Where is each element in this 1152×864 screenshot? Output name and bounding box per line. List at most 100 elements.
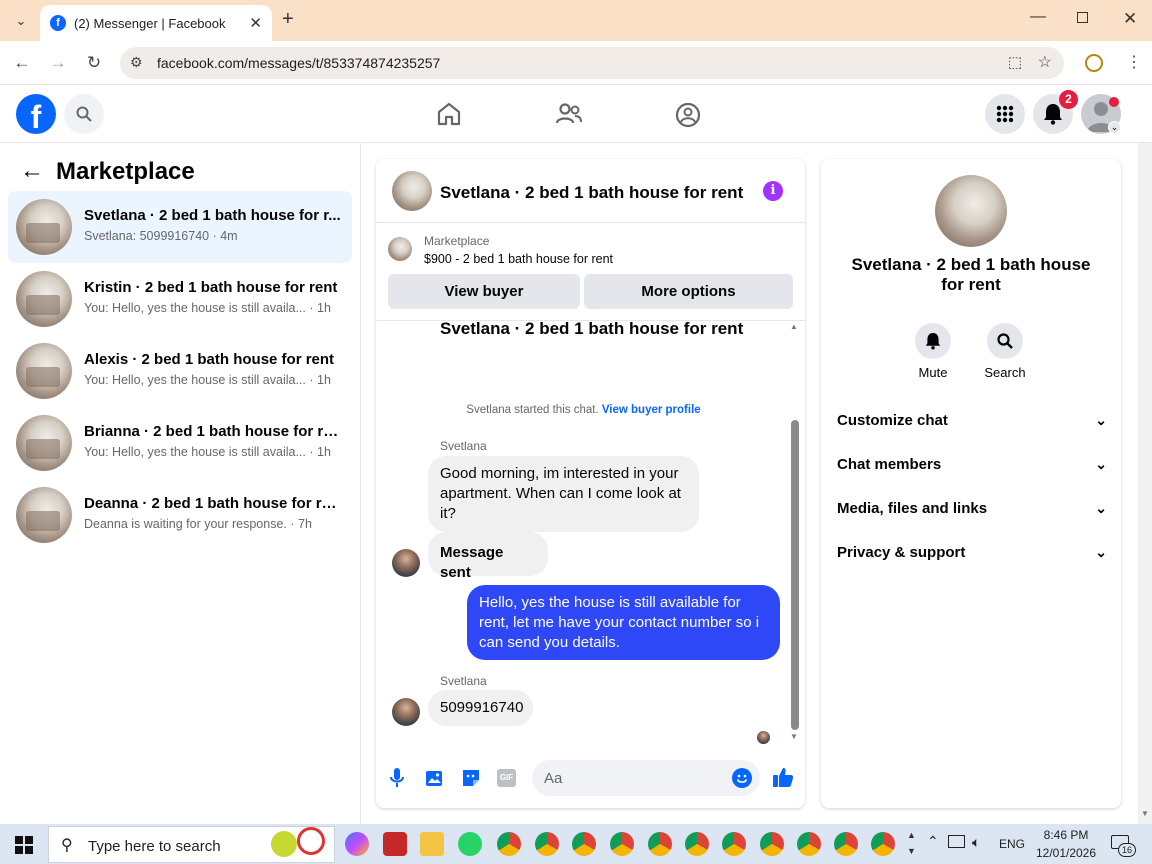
conversation-title: Svetlana · 2 bed 1 bath house for r... xyxy=(84,207,341,224)
conversation-preview: Svetlana: 5099916740 · 4m xyxy=(84,229,238,243)
chrome-icon[interactable] xyxy=(497,832,521,856)
back-arrow-icon[interactable]: ← xyxy=(7,48,37,78)
search-highlight-racket-icon xyxy=(297,827,325,855)
restore-icon[interactable] xyxy=(1077,12,1088,23)
chrome-icon[interactable] xyxy=(685,832,709,856)
message-input[interactable]: Aa xyxy=(532,760,760,796)
chrome-icon[interactable] xyxy=(648,832,672,856)
search-label[interactable]: Search xyxy=(975,365,1035,380)
scrollbar-thumb[interactable] xyxy=(791,420,799,730)
chrome-icon[interactable] xyxy=(834,832,858,856)
conversation-item[interactable]: Brianna · 2 bed 1 bath house for rent Yo… xyxy=(8,407,352,479)
chrome-icon[interactable] xyxy=(610,832,634,856)
taskbar-search-placeholder: Type here to search xyxy=(88,838,221,855)
chrome-icon[interactable] xyxy=(871,832,895,856)
reload-icon[interactable]: ↻ xyxy=(79,48,109,78)
facebook-logo[interactable]: f xyxy=(16,94,56,134)
info-icon[interactable]: i xyxy=(763,181,783,201)
tab-search-chevron-icon[interactable]: ⌄ xyxy=(10,10,32,32)
file-explorer-icon[interactable] xyxy=(420,832,444,856)
conversation-item[interactable]: Alexis · 2 bed 1 bath house for rent You… xyxy=(8,335,352,407)
kebab-menu-icon[interactable]: ⋮ xyxy=(1126,52,1142,72)
listing-title: $900 - 2 bed 1 bath house for rent xyxy=(424,252,614,266)
chevron-down-icon: ⌄ xyxy=(1095,543,1107,560)
scroll-up-arrow-icon[interactable]: ▲ xyxy=(790,322,798,331)
minimize-icon[interactable]: — xyxy=(1030,8,1046,26)
scroll-down-arrow-icon[interactable]: ▼ xyxy=(790,732,798,741)
volume-icon[interactable]: 🔈︎ xyxy=(972,834,980,851)
media-files-links-section[interactable]: Media, files and links ⌄ xyxy=(837,486,1107,530)
close-tab-icon[interactable]: ✕ xyxy=(249,14,262,32)
home-icon[interactable] xyxy=(436,102,462,131)
taskbar-search-box[interactable]: ⚲ Type here to search xyxy=(48,826,335,863)
chat-started-note: Svetlana started this chat. View buyer p… xyxy=(466,404,701,416)
view-buyer-button[interactable]: View buyer xyxy=(388,274,580,309)
conversation-item[interactable]: Deanna · 2 bed 1 bath house for rent Dea… xyxy=(8,479,352,551)
listing-thumbnail[interactable] xyxy=(392,171,432,211)
clock-date[interactable]: 12/01/2026 xyxy=(1032,846,1100,860)
install-app-icon[interactable]: ⬚ xyxy=(1008,53,1022,71)
thread-title: Svetlana · 2 bed 1 bath house for rent xyxy=(440,319,744,338)
incoming-message[interactable]: Message sent xyxy=(428,532,548,581)
account-chevron-icon[interactable]: ⌄ xyxy=(1108,121,1121,134)
customize-chat-section[interactable]: Customize chat ⌄ xyxy=(837,398,1107,442)
chat-title[interactable]: Svetlana · 2 bed 1 bath house for rent xyxy=(440,183,743,203)
incoming-message[interactable]: 5099916740 xyxy=(428,690,533,726)
show-hidden-icons-chevron-icon[interactable]: ⌃ xyxy=(927,833,939,850)
taskbar-scroll-icon[interactable]: ▲ ▼ xyxy=(907,827,916,859)
mute-label[interactable]: Mute xyxy=(903,365,963,380)
back-arrow-icon[interactable]: ← xyxy=(20,157,44,185)
app-icon[interactable] xyxy=(383,832,407,856)
chat-members-section[interactable]: Chat members ⌄ xyxy=(837,442,1107,486)
whatsapp-icon[interactable] xyxy=(458,832,482,856)
mute-bell-icon[interactable] xyxy=(915,323,951,359)
menu-grid-icon[interactable] xyxy=(985,94,1025,134)
language-indicator[interactable]: ENG xyxy=(999,837,1025,851)
sticker-icon[interactable] xyxy=(461,768,481,793)
chrome-icon[interactable] xyxy=(722,832,746,856)
gif-icon[interactable]: GIF xyxy=(497,769,516,787)
scrollbar-track[interactable]: ▲ ▼ xyxy=(790,322,800,744)
search-icon[interactable] xyxy=(64,94,104,134)
notification-center-count: 16 xyxy=(1118,843,1136,857)
view-buyer-profile-link[interactable]: View buyer profile xyxy=(602,404,701,416)
incoming-message[interactable]: Good morning, im interested in your apar… xyxy=(428,456,699,532)
conversation-item[interactable]: Kristin · 2 bed 1 bath house for rent Yo… xyxy=(8,263,352,335)
seen-indicator-avatar xyxy=(757,731,770,744)
chevron-down-icon: ⌄ xyxy=(1095,411,1107,428)
page-scrollbar[interactable]: ▼ xyxy=(1138,143,1152,824)
windows-start-icon[interactable] xyxy=(15,836,33,859)
conversation-item[interactable]: Svetlana · 2 bed 1 bath house for r... S… xyxy=(8,191,352,263)
browser-tab[interactable]: f (2) Messenger | Facebook ✕ xyxy=(40,5,272,41)
site-settings-icon[interactable]: ⚙ xyxy=(130,54,143,71)
chrome-icon[interactable] xyxy=(535,832,559,856)
chrome-icon[interactable] xyxy=(760,832,784,856)
more-options-button[interactable]: More options xyxy=(584,274,793,309)
forward-arrow-icon[interactable]: → xyxy=(43,48,73,78)
chrome-icon[interactable] xyxy=(797,832,821,856)
sender-avatar xyxy=(392,698,420,726)
listing-thumbnail xyxy=(16,487,72,543)
address-bar[interactable]: ⚙ facebook.com/messages/t/85337487423525… xyxy=(120,47,1064,79)
emoji-icon[interactable] xyxy=(732,768,752,788)
copilot-icon[interactable] xyxy=(345,832,369,856)
clock-time[interactable]: 8:46 PM xyxy=(1036,828,1096,842)
attach-photo-icon[interactable] xyxy=(425,768,445,793)
listing-photo[interactable] xyxy=(935,175,1007,247)
network-icon[interactable] xyxy=(948,835,965,848)
friends-icon[interactable] xyxy=(555,102,583,131)
privacy-support-section[interactable]: Privacy & support ⌄ xyxy=(837,530,1107,574)
conversation-title: Brianna · 2 bed 1 bath house for rent xyxy=(84,423,342,440)
profile-icon[interactable] xyxy=(1085,54,1103,72)
outgoing-message[interactable]: Hello, yes the house is still available … xyxy=(467,585,780,660)
search-icon[interactable] xyxy=(987,323,1023,359)
like-thumbs-up-icon[interactable] xyxy=(772,766,794,793)
chrome-icon[interactable] xyxy=(572,832,596,856)
groups-icon[interactable] xyxy=(675,102,701,133)
voice-clip-icon[interactable] xyxy=(389,767,405,794)
listing-thumbnail xyxy=(16,415,72,471)
close-window-icon[interactable]: ✕ xyxy=(1123,9,1137,29)
new-tab-plus-icon[interactable]: + xyxy=(282,8,294,31)
bookmark-star-icon[interactable]: ☆ xyxy=(1038,52,1052,72)
page-scroll-down-icon[interactable]: ▼ xyxy=(1141,809,1149,818)
